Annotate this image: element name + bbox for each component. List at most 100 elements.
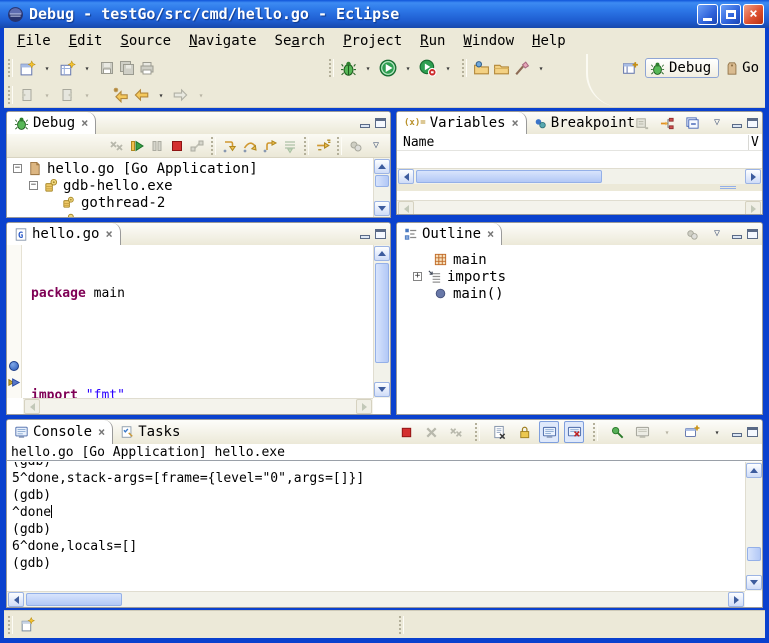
debug-launch-dropdown[interactable]: ▾ [358,57,378,79]
scrollbar-thumb[interactable] [747,547,761,561]
maximize-view-icon[interactable] [747,118,758,128]
perspective-go-button[interactable]: Go [723,59,761,77]
variables-view-menu[interactable]: ▽ [707,112,727,134]
scrollbar-thumb[interactable] [416,170,602,183]
scroll-right-button[interactable] [356,399,372,414]
forward-dropdown[interactable]: ▾ [191,84,211,106]
open-console-button[interactable] [682,421,702,443]
debug-launch-button[interactable] [338,57,358,79]
instruction-pointer-icon[interactable] [7,375,22,390]
tree-row-launch[interactable]: − hello.go [Go Application] [13,160,258,177]
tab-outline[interactable]: Outline × [397,223,502,245]
show-logical-structure-button[interactable] [657,112,677,134]
close-icon[interactable]: × [510,116,519,130]
tab-tasks[interactable]: Tasks [113,420,187,444]
open-type-button[interactable] [471,57,491,79]
editor-vertical-scrollbar[interactable] [373,245,390,398]
close-button[interactable]: × [743,4,764,25]
terminate-button[interactable] [167,135,187,157]
scrollbar-thumb[interactable] [375,263,389,363]
display-selected-console-button[interactable] [632,421,652,443]
forward-button[interactable] [171,84,191,106]
minimize-view-icon[interactable] [732,124,742,128]
console-vertical-scrollbar[interactable] [745,462,762,591]
mark-occurrences-button[interactable] [511,57,531,79]
maximize-view-icon[interactable] [747,229,758,239]
editor-content[interactable]: package main import "fmt" func main() { … [23,245,373,398]
show-type-names-button[interactable] [632,112,652,134]
outline-tree[interactable]: main + imports main() [397,245,762,414]
toolbar-grip[interactable] [329,59,334,77]
use-step-filters-button[interactable] [313,135,333,157]
back-dropdown[interactable]: ▾ [151,84,171,106]
scroll-up-button[interactable] [746,463,762,478]
back-button[interactable] [131,84,151,106]
prev-annotation-dropdown[interactable]: ▾ [77,84,97,106]
view-filters-button[interactable] [346,135,366,157]
clear-console-button[interactable] [489,421,509,443]
console-output[interactable]: (gdb) 5^done,stack-args=[frame={level="0… [7,462,745,591]
menu-search[interactable]: Search [266,30,335,52]
scroll-down-button[interactable] [746,575,762,590]
scroll-left-button[interactable] [24,399,40,414]
outline-item-imports[interactable]: + imports [413,268,506,285]
mark-occurrences-dropdown[interactable]: ▾ [531,57,551,79]
scroll-up-button[interactable] [374,246,390,261]
suspend-button[interactable] [147,135,167,157]
fast-view-button[interactable] [17,614,37,636]
toolbar-grip[interactable] [8,59,13,77]
scroll-left-button[interactable] [398,201,414,215]
outline-item-package[interactable]: main [433,251,487,268]
pin-console-button[interactable] [607,421,627,443]
scroll-down-button[interactable] [374,382,390,397]
tab-console[interactable]: Console × [7,420,113,444]
scroll-right-button[interactable] [745,201,761,215]
breakpoint-icon[interactable] [9,361,19,371]
maximize-view-icon[interactable] [747,427,758,437]
drop-to-frame-button[interactable] [280,135,300,157]
step-into-button[interactable] [220,135,240,157]
variables-details-pane[interactable] [397,191,762,200]
collapse-expander-icon[interactable]: − [29,181,38,190]
tab-hello-go[interactable]: G hello.go × [7,223,121,245]
next-annotation-button[interactable] [17,84,37,106]
minimize-button[interactable] [697,4,718,25]
resume-button[interactable] [127,135,147,157]
close-icon[interactable]: × [79,116,88,130]
menu-source[interactable]: Source [111,30,180,52]
editor-hscrollbar[interactable] [23,398,373,414]
debug-vertical-scrollbar[interactable] [373,158,390,217]
external-tools-dropdown[interactable]: ▾ [438,57,458,79]
scrollbar-thumb[interactable] [26,593,122,606]
menu-window[interactable]: Window [454,30,523,52]
scroll-left-button[interactable] [8,592,24,607]
outline-view-menu[interactable]: ▽ [707,223,727,245]
close-icon[interactable]: × [96,425,105,439]
details-hscrollbar-disabled[interactable] [397,200,762,215]
step-return-button[interactable] [260,135,280,157]
scroll-down-button[interactable] [374,201,390,216]
scroll-up-button[interactable] [374,159,390,174]
step-over-button[interactable] [240,135,260,157]
menu-help[interactable]: Help [523,30,575,52]
print-button[interactable] [137,57,157,79]
open-perspective-button[interactable] [621,57,641,79]
external-tools-button[interactable] [418,57,438,79]
outline-filter-button[interactable] [682,223,702,245]
debug-view-menu[interactable]: ▽ [366,135,386,157]
remove-all-launches-button[interactable] [446,421,466,443]
scroll-left-button[interactable] [398,169,414,184]
maximize-button[interactable] [720,4,741,25]
show-stderr-toggle[interactable] [564,421,584,443]
tree-row-process[interactable]: − gdb-hello.exe [29,177,173,194]
save-all-button[interactable] [117,57,137,79]
menu-edit[interactable]: Edit [60,30,112,52]
toolbar-grip[interactable] [8,86,13,104]
scroll-lock-button[interactable] [514,421,534,443]
perspective-debug-button[interactable]: Debug [645,58,719,78]
new-wizard-dropdown[interactable]: ▾ [37,57,57,79]
open-resource-button[interactable] [491,57,511,79]
editor-annotation-ruler[interactable] [7,245,22,398]
variables-hscrollbar[interactable] [397,168,762,184]
disconnect-button[interactable] [187,135,207,157]
